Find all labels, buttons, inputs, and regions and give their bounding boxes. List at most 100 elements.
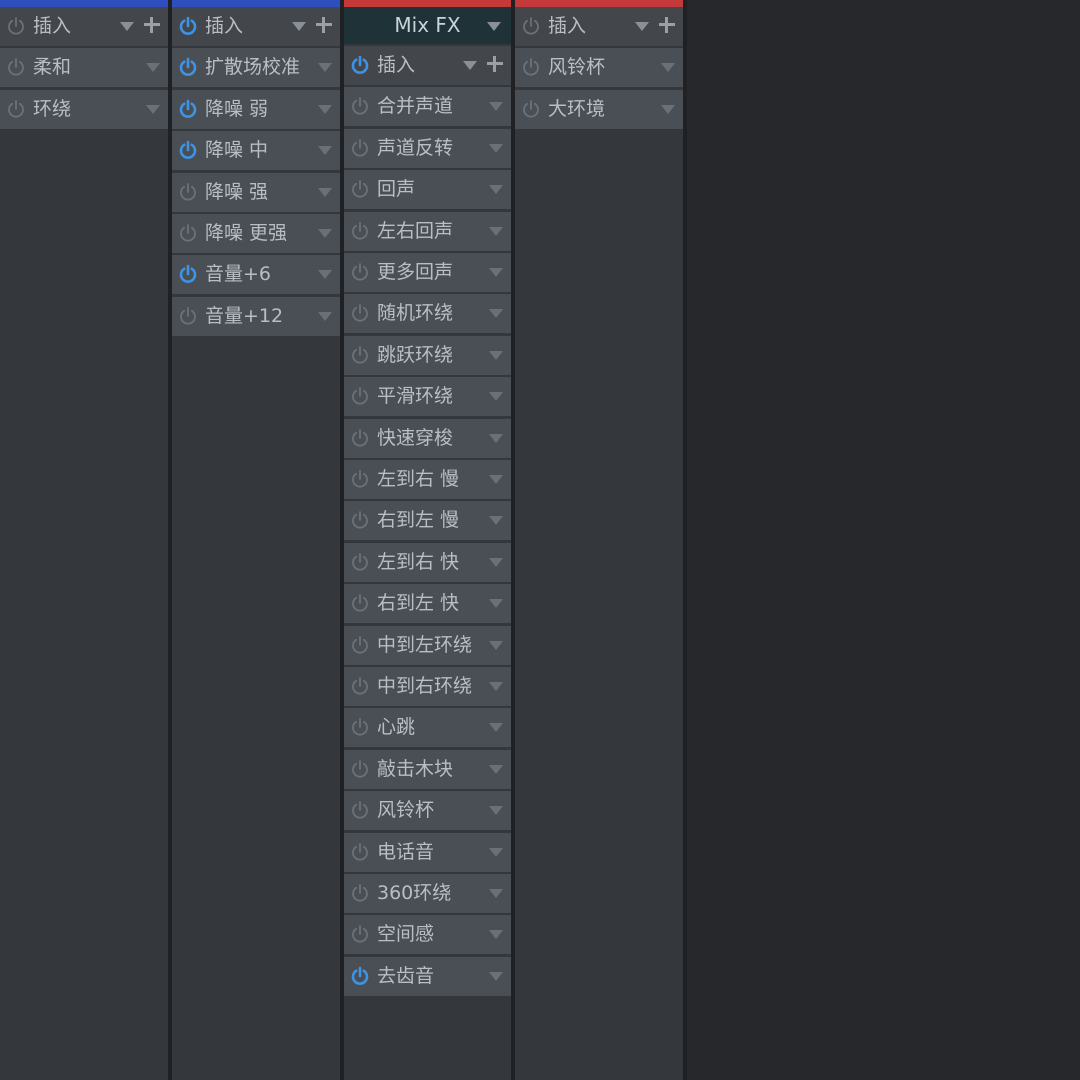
insert-slot[interactable]: 中到左环绕 xyxy=(344,626,511,665)
dropdown-arrow-icon[interactable] xyxy=(489,516,503,525)
power-off-icon[interactable] xyxy=(350,96,370,116)
add-plus-icon[interactable] xyxy=(485,54,505,74)
insert-header[interactable]: 插入 xyxy=(515,7,683,46)
dropdown-arrow-icon[interactable] xyxy=(146,105,160,114)
power-on-icon[interactable] xyxy=(350,966,370,986)
insert-slot[interactable]: 左到右 快 xyxy=(344,543,511,582)
insert-slot[interactable]: 中到右环绕 xyxy=(344,667,511,706)
insert-slot[interactable]: 电话音 xyxy=(344,833,511,872)
dropdown-arrow-icon[interactable] xyxy=(120,22,134,31)
insert-header[interactable]: 插入 xyxy=(172,7,340,46)
dropdown-arrow-icon[interactable] xyxy=(489,765,503,774)
insert-slot[interactable]: 风铃杯 xyxy=(344,791,511,830)
insert-header[interactable]: 插入 xyxy=(344,46,511,85)
add-plus-icon[interactable] xyxy=(314,15,334,35)
insert-slot[interactable]: 降噪 强 xyxy=(172,173,340,212)
power-off-icon[interactable] xyxy=(350,428,370,448)
dropdown-arrow-icon[interactable] xyxy=(661,105,675,114)
dropdown-arrow-icon[interactable] xyxy=(489,848,503,857)
add-plus-icon[interactable] xyxy=(142,15,162,35)
insert-slot[interactable]: 合并声道 xyxy=(344,87,511,126)
dropdown-arrow-icon[interactable] xyxy=(635,22,649,31)
dropdown-arrow-icon[interactable] xyxy=(489,268,503,277)
insert-slot[interactable]: 声道反转 xyxy=(344,129,511,168)
dropdown-arrow-icon[interactable] xyxy=(318,312,332,321)
power-off-icon[interactable] xyxy=(350,386,370,406)
power-off-icon[interactable] xyxy=(521,99,541,119)
insert-slot[interactable]: 音量+6 xyxy=(172,255,340,294)
dropdown-arrow-icon[interactable] xyxy=(318,188,332,197)
power-off-icon[interactable] xyxy=(350,345,370,365)
insert-slot[interactable]: 跳跃环绕 xyxy=(344,336,511,375)
power-off-icon[interactable] xyxy=(178,306,198,326)
power-on-icon[interactable] xyxy=(178,16,198,36)
dropdown-arrow-icon[interactable] xyxy=(318,229,332,238)
power-off-icon[interactable] xyxy=(350,303,370,323)
insert-slot[interactable]: 右到左 慢 xyxy=(344,501,511,540)
dropdown-arrow-icon[interactable] xyxy=(489,475,503,484)
power-off-icon[interactable] xyxy=(178,182,198,202)
power-off-icon[interactable] xyxy=(350,593,370,613)
power-off-icon[interactable] xyxy=(6,99,26,119)
power-off-icon[interactable] xyxy=(350,221,370,241)
power-off-icon[interactable] xyxy=(350,676,370,696)
power-off-icon[interactable] xyxy=(521,16,541,36)
insert-slot[interactable]: 随机环绕 xyxy=(344,294,511,333)
insert-slot[interactable]: 降噪 中 xyxy=(172,131,340,170)
mix-fx-selector[interactable]: Mix FX xyxy=(344,7,511,44)
insert-slot[interactable]: 环绕 xyxy=(0,90,168,129)
insert-slot[interactable]: 右到左 快 xyxy=(344,584,511,623)
power-off-icon[interactable] xyxy=(350,717,370,737)
dropdown-arrow-icon[interactable] xyxy=(489,930,503,939)
insert-slot[interactable]: 空间感 xyxy=(344,915,511,954)
insert-slot[interactable]: 心跳 xyxy=(344,708,511,747)
power-on-icon[interactable] xyxy=(350,55,370,75)
insert-slot[interactable]: 柔和 xyxy=(0,48,168,87)
dropdown-arrow-icon[interactable] xyxy=(489,641,503,650)
dropdown-arrow-icon[interactable] xyxy=(489,682,503,691)
power-on-icon[interactable] xyxy=(178,140,198,160)
dropdown-arrow-icon[interactable] xyxy=(489,392,503,401)
insert-slot[interactable]: 大环境 xyxy=(515,90,683,129)
power-off-icon[interactable] xyxy=(6,16,26,36)
dropdown-arrow-icon[interactable] xyxy=(489,723,503,732)
insert-slot[interactable]: 音量+12 xyxy=(172,297,340,336)
power-off-icon[interactable] xyxy=(350,138,370,158)
power-off-icon[interactable] xyxy=(350,635,370,655)
power-on-icon[interactable] xyxy=(178,99,198,119)
dropdown-arrow-icon[interactable] xyxy=(489,102,503,111)
insert-slot[interactable]: 扩散场校准 xyxy=(172,48,340,87)
dropdown-arrow-icon[interactable] xyxy=(489,351,503,360)
insert-slot[interactable]: 去齿音 xyxy=(344,957,511,996)
insert-slot[interactable]: 更多回声 xyxy=(344,253,511,292)
power-off-icon[interactable] xyxy=(350,842,370,862)
insert-slot[interactable]: 快速穿梭 xyxy=(344,419,511,458)
dropdown-arrow-icon[interactable] xyxy=(489,185,503,194)
dropdown-arrow-icon[interactable] xyxy=(292,22,306,31)
power-off-icon[interactable] xyxy=(350,924,370,944)
dropdown-arrow-icon[interactable] xyxy=(489,558,503,567)
dropdown-arrow-icon[interactable] xyxy=(146,63,160,72)
dropdown-arrow-icon[interactable] xyxy=(489,227,503,236)
insert-slot[interactable]: 风铃杯 xyxy=(515,48,683,87)
add-plus-icon[interactable] xyxy=(657,15,677,35)
dropdown-arrow-icon[interactable] xyxy=(661,63,675,72)
dropdown-arrow-icon[interactable] xyxy=(487,22,501,31)
insert-header[interactable]: 插入 xyxy=(0,7,168,46)
power-on-icon[interactable] xyxy=(178,264,198,284)
insert-slot[interactable]: 平滑环绕 xyxy=(344,377,511,416)
dropdown-arrow-icon[interactable] xyxy=(318,105,332,114)
power-off-icon[interactable] xyxy=(350,759,370,779)
insert-slot[interactable]: 回声 xyxy=(344,170,511,209)
insert-slot[interactable]: 360环绕 xyxy=(344,874,511,913)
power-off-icon[interactable] xyxy=(350,262,370,282)
power-off-icon[interactable] xyxy=(350,552,370,572)
power-off-icon[interactable] xyxy=(350,883,370,903)
power-off-icon[interactable] xyxy=(350,800,370,820)
power-off-icon[interactable] xyxy=(350,510,370,530)
power-off-icon[interactable] xyxy=(6,57,26,77)
dropdown-arrow-icon[interactable] xyxy=(318,270,332,279)
insert-slot[interactable]: 降噪 更强 xyxy=(172,214,340,253)
power-off-icon[interactable] xyxy=(521,57,541,77)
power-on-icon[interactable] xyxy=(178,57,198,77)
